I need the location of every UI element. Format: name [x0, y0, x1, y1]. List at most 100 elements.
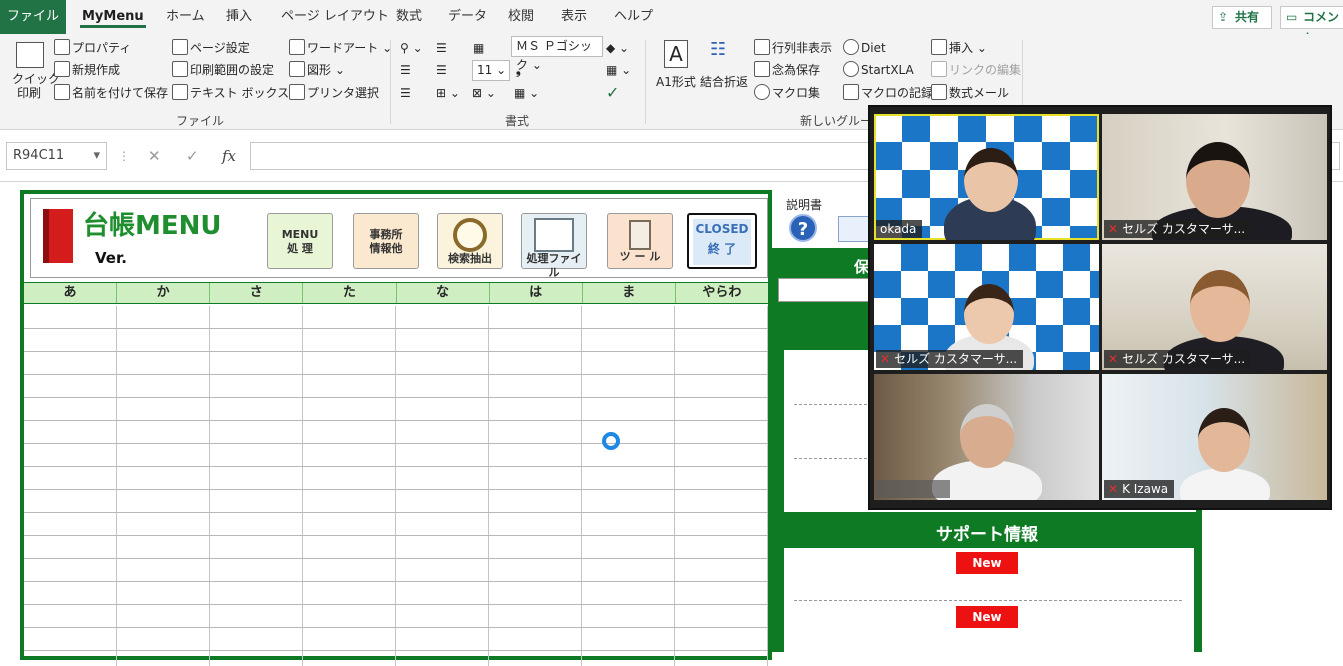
participant-tile[interactable]: ✕ セルズ カスタマーサ...: [1102, 244, 1327, 370]
mail-icon: [931, 84, 947, 100]
macro-record-button[interactable]: マクロの記録: [843, 83, 933, 103]
properties-button[interactable]: プロパティ: [54, 38, 131, 58]
participant-tile[interactable]: ✕ K Izawa: [1102, 374, 1327, 500]
tab-help[interactable]: ヘルプ: [612, 0, 655, 34]
participant-tile[interactable]: okada: [874, 114, 1099, 240]
search-extract-button[interactable]: 検索抽出: [437, 213, 503, 269]
font-name-select[interactable]: ＭＳ Ｐゴシック ⌄: [511, 36, 603, 72]
row-col-hide-label: 行列非表示: [772, 41, 833, 55]
ledger-menu-panel: 台帳MENU Ver. MENU 処 理 事務所 情報他 検索抽出 処理ファイル…: [20, 190, 772, 666]
startxla-button[interactable]: StartXLA: [843, 60, 914, 80]
tab-data[interactable]: データ: [446, 0, 489, 34]
diet-button[interactable]: Diet: [843, 38, 886, 58]
enter-icon[interactable]: ✓: [186, 142, 199, 170]
new-badge[interactable]: New: [956, 606, 1018, 628]
formula-mail-button[interactable]: 数式メール: [931, 83, 1009, 103]
tab-view[interactable]: 表示: [559, 0, 589, 34]
search-tool-button[interactable]: ⚲ ⌄: [400, 38, 423, 58]
align-left-icon: ☰: [400, 63, 411, 77]
kana-index-header: あ か さ た な は ま やらわ: [24, 282, 768, 304]
participant-tile[interactable]: ✕ セルズ カスタマーサ...: [1102, 114, 1327, 240]
kana-tab-na[interactable]: な: [397, 283, 490, 303]
video-call-window[interactable]: okada ✕ セルズ カスタマーサ... ✕ セルズ カスタマーサ... ✕ セルズ…: [868, 105, 1332, 510]
printer-select-label: プリンタ選択: [307, 86, 380, 100]
text-box-button[interactable]: テキスト ボックス ⌄: [172, 83, 303, 103]
name-box[interactable]: R94C11 ▾: [6, 142, 107, 170]
process-file-button[interactable]: 処理ファイル: [521, 213, 587, 279]
page-setup-icon: [172, 39, 188, 55]
tools-icon: [629, 220, 651, 250]
tab-home[interactable]: ホーム: [164, 0, 207, 34]
align-center-button[interactable]: ☰: [400, 83, 411, 103]
insert-button[interactable]: 挿入 ⌄: [931, 38, 987, 58]
increase-indent-button[interactable]: ☰: [436, 60, 447, 80]
font-size-select[interactable]: 11 ⌄: [472, 60, 510, 81]
tab-file[interactable]: ファイル: [0, 0, 66, 34]
indent-button[interactable]: ☰: [436, 38, 447, 58]
file-cabinet-icon: [534, 218, 574, 252]
comma-button[interactable]: ❟: [516, 60, 521, 80]
print-area-button[interactable]: 印刷範囲の設定: [172, 60, 274, 80]
quick-print-button[interactable]: クイック 印刷: [12, 72, 60, 104]
side-panel-field[interactable]: [778, 278, 870, 302]
emergency-save-button[interactable]: 念為保存: [754, 60, 820, 80]
group-label-file: ファイル: [176, 114, 225, 128]
printer-icon: [16, 42, 44, 68]
divider: [794, 600, 1182, 601]
tab-page-layout[interactable]: ページ レイアウト: [279, 0, 391, 34]
shapes-button[interactable]: 図形 ⌄: [289, 60, 345, 80]
align-left-button[interactable]: ☰: [400, 60, 411, 80]
office-info-button[interactable]: 事務所 情報他: [353, 213, 419, 269]
new-file-button[interactable]: 新規作成: [54, 60, 120, 80]
participant-tile[interactable]: [874, 374, 1099, 500]
kana-tab-sa[interactable]: さ: [210, 283, 304, 303]
page-setup-button[interactable]: ページ設定: [172, 38, 250, 58]
share-button[interactable]: ⇪ 共有: [1212, 6, 1272, 29]
kana-tab-ka[interactable]: か: [117, 283, 211, 303]
link-edit-button[interactable]: リンクの編集: [931, 60, 1021, 80]
color-grid-icon: ▦: [514, 86, 526, 100]
participant-name: ✕ セルズ カスタマーサ...: [1104, 350, 1252, 368]
check-button[interactable]: ✓: [606, 83, 619, 103]
kana-tab-ta[interactable]: た: [303, 283, 397, 303]
printer-select-button[interactable]: プリンタ選択: [289, 83, 379, 103]
print-area-icon: [172, 61, 188, 77]
kana-tab-ma[interactable]: ま: [583, 283, 676, 303]
tab-formulas[interactable]: 数式: [394, 0, 424, 34]
wrap-text-button[interactable]: 結合折返: [700, 72, 748, 92]
participant-tile[interactable]: ✕ セルズ カスタマーサ...: [874, 244, 1099, 370]
eraser-button[interactable]: ◆ ⌄: [606, 38, 629, 58]
kana-tab-yarawa[interactable]: やらわ: [676, 283, 768, 303]
row-col-hide-button[interactable]: 行列非表示: [754, 38, 832, 58]
ledger-grid[interactable]: [24, 306, 768, 666]
tab-insert[interactable]: 挿入: [224, 0, 254, 34]
grid-button[interactable]: ▦: [473, 38, 484, 58]
border-button[interactable]: ⊞ ⌄: [436, 83, 460, 103]
save-as-button[interactable]: 名前を付けて保存: [54, 83, 168, 103]
closed-exit-button[interactable]: CLOSED 終 了: [687, 213, 757, 269]
kana-tab-a[interactable]: あ: [24, 283, 118, 303]
menu-process-button[interactable]: MENU 処 理: [267, 213, 333, 269]
cancel-icon[interactable]: ✕: [148, 142, 161, 170]
tools-button[interactable]: ツ ー ル: [607, 213, 673, 269]
wordart-button[interactable]: ワードアート ⌄: [289, 38, 392, 58]
table-button[interactable]: ▦ ⌄: [606, 60, 631, 80]
help-icon[interactable]: ?: [789, 214, 817, 242]
face-icon: [843, 61, 859, 77]
kana-tab-ha[interactable]: は: [490, 283, 583, 303]
a1-style-button[interactable]: A1形式: [656, 72, 696, 92]
calendar-icon[interactable]: [838, 216, 870, 242]
emergency-save-label: 念為保存: [772, 63, 821, 77]
tools-label: ツ ー ル: [619, 250, 661, 263]
comment-button[interactable]: ▭コメント: [1280, 6, 1343, 45]
tab-mymenu[interactable]: MyMenu: [80, 0, 146, 34]
insert-function-button[interactable]: fx: [222, 142, 236, 170]
participant-face: [1198, 408, 1250, 472]
macro-collection-button[interactable]: マクロ集: [754, 83, 820, 103]
new-badge[interactable]: New: [956, 552, 1018, 574]
tab-review[interactable]: 校閲: [506, 0, 536, 34]
clear-format-button[interactable]: ⊠ ⌄: [472, 83, 496, 103]
page-setup-label: ページ設定: [190, 41, 250, 55]
border-icon: ⊞: [436, 86, 447, 100]
color-grid-button[interactable]: ▦ ⌄: [514, 83, 539, 103]
